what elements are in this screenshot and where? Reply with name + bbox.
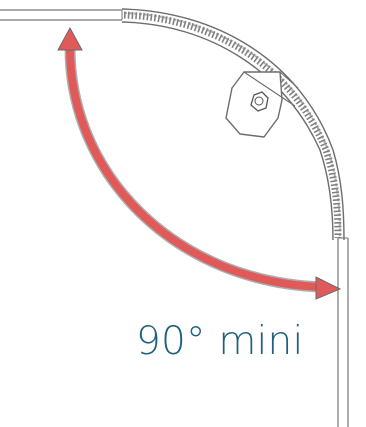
- horizontal-rod: [0, 9, 123, 21]
- bend-arrow: [57, 26, 342, 300]
- arrowhead-right: [315, 276, 342, 300]
- vertical-rod: [337, 237, 349, 427]
- diagram-caption: 90° mini: [136, 319, 304, 364]
- arrowhead-top: [57, 26, 83, 51]
